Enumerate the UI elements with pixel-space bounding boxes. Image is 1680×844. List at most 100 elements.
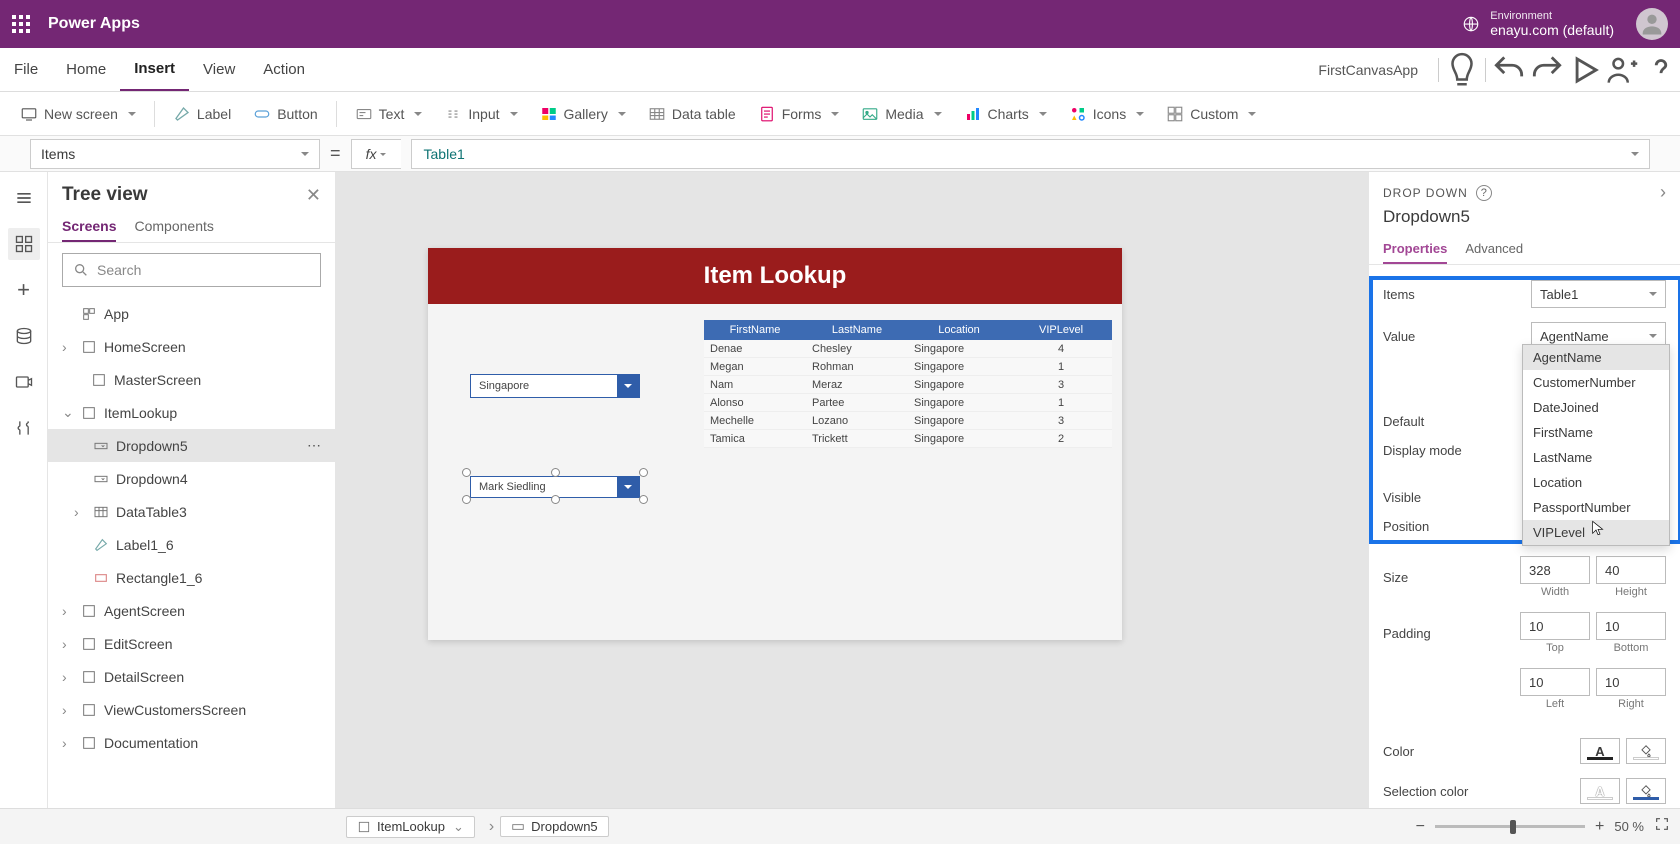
prop-padding-left[interactable]: 10 <box>1520 668 1590 696</box>
canvas-area[interactable]: Item Lookup Singapore Mark Siedling <box>336 172 1368 808</box>
zoom-out-button[interactable]: − <box>1416 818 1425 836</box>
screen-icon <box>80 734 98 752</box>
prop-selection-font-color[interactable]: A <box>1580 778 1620 804</box>
text-button[interactable]: Text <box>345 101 433 127</box>
tree-node-dropdown4[interactable]: Dropdown4 <box>48 462 335 495</box>
data-table-button[interactable]: Data table <box>638 101 746 127</box>
tree-node-dropdown5[interactable]: Dropdown5⋯ <box>48 429 335 462</box>
canvas-dropdown2-selected[interactable]: Mark Siedling <box>466 472 644 500</box>
rail-insert-icon[interactable]: + <box>8 274 40 306</box>
tree-node-editscreen[interactable]: ›EditScreen <box>48 627 335 660</box>
media-button[interactable]: Media <box>851 101 951 127</box>
tab-properties[interactable]: Properties <box>1383 235 1447 264</box>
zoom-slider[interactable] <box>1435 825 1585 828</box>
resize-handle[interactable] <box>462 495 471 504</box>
info-icon[interactable]: ? <box>1476 185 1492 201</box>
tree-search-input[interactable]: Search <box>62 253 321 287</box>
app-checker-icon[interactable] <box>1443 48 1481 92</box>
user-avatar[interactable] <box>1636 8 1668 40</box>
rail-media-icon[interactable] <box>8 366 40 398</box>
resize-handle[interactable] <box>462 468 471 477</box>
control-name: Dropdown5 <box>1369 205 1680 235</box>
environment-selector[interactable]: Environment enayu.com (default) <box>1462 10 1614 38</box>
screen-preview: Item Lookup Singapore Mark Siedling <box>428 248 1122 640</box>
rail-data-icon[interactable] <box>8 320 40 352</box>
resize-handle[interactable] <box>639 468 648 477</box>
button-button[interactable]: Button <box>243 101 327 127</box>
prop-padding-right[interactable]: 10 <box>1596 668 1666 696</box>
tree-node-agentscreen[interactable]: ›AgentScreen <box>48 594 335 627</box>
forms-button[interactable]: Forms <box>748 101 850 127</box>
resize-handle[interactable] <box>551 468 560 477</box>
menu-insert[interactable]: Insert <box>120 48 189 91</box>
help-icon[interactable] <box>1642 48 1680 92</box>
tree-node-label1-6[interactable]: Label1_6 <box>48 528 335 561</box>
redo-icon[interactable] <box>1528 48 1566 92</box>
custom-button[interactable]: Custom <box>1156 101 1266 127</box>
prop-padding-bottom[interactable]: 10 <box>1596 612 1666 640</box>
expand-icon[interactable]: › <box>1660 182 1666 203</box>
value-dropdown-options[interactable]: AgentNameCustomerNumberDateJoinedFirstNa… <box>1522 344 1670 546</box>
resize-handle[interactable] <box>639 495 648 504</box>
value-option[interactable]: FirstName <box>1523 420 1669 445</box>
prop-size-label: Size <box>1383 570 1520 585</box>
canvas-datatable: FirstName LastName Location VIPLevel Den… <box>704 320 1112 448</box>
icons-button[interactable]: Icons <box>1059 101 1154 127</box>
prop-items-select[interactable]: Table1 <box>1531 280 1666 308</box>
value-option[interactable]: CustomerNumber <box>1523 370 1669 395</box>
fx-button[interactable]: fx <box>351 139 401 169</box>
rail-tree-view-icon[interactable] <box>8 228 40 260</box>
prop-fill-color[interactable] <box>1626 738 1666 764</box>
tree-node-datatable3[interactable]: ›DataTable3 <box>48 495 335 528</box>
rail-advanced-tools-icon[interactable] <box>8 412 40 444</box>
prop-size-width[interactable]: 328 <box>1520 556 1590 584</box>
tree-node-homescreen[interactable]: ›HomeScreen <box>48 330 335 363</box>
prop-display-mode-label: Display mode <box>1383 443 1531 458</box>
value-option[interactable]: AgentName <box>1523 345 1669 370</box>
value-option[interactable]: LastName <box>1523 445 1669 470</box>
rail-hamburger-icon[interactable] <box>8 182 40 214</box>
value-option[interactable]: DateJoined <box>1523 395 1669 420</box>
gallery-button[interactable]: Gallery <box>530 101 636 127</box>
formula-input[interactable]: Table1 <box>411 139 1650 169</box>
menu-action[interactable]: Action <box>249 48 319 91</box>
prop-size-height[interactable]: 40 <box>1596 556 1666 584</box>
breadcrumb-screen[interactable]: ItemLookup ⌄ <box>346 816 475 838</box>
more-icon[interactable]: ⋯ <box>307 437 323 454</box>
tree-node-viewcustomersscreen[interactable]: ›ViewCustomersScreen <box>48 693 335 726</box>
fit-to-window-icon[interactable] <box>1654 816 1670 837</box>
tab-components[interactable]: Components <box>134 212 213 242</box>
breadcrumb-control[interactable]: Dropdown5 <box>500 816 609 837</box>
menu-file[interactable]: File <box>0 48 52 91</box>
resize-handle[interactable] <box>551 495 560 504</box>
prop-padding-top[interactable]: 10 <box>1520 612 1590 640</box>
tab-advanced[interactable]: Advanced <box>1465 235 1523 264</box>
prop-selection-fill-color[interactable] <box>1626 778 1666 804</box>
property-selector[interactable]: Items <box>30 139 320 169</box>
tree-close-icon[interactable]: ✕ <box>306 185 321 206</box>
menu-view[interactable]: View <box>189 48 249 91</box>
new-screen-button[interactable]: New screen <box>10 101 146 127</box>
tree-node-app[interactable]: App <box>48 297 335 330</box>
screen-icon <box>80 635 98 653</box>
undo-icon[interactable] <box>1490 48 1528 92</box>
prop-font-color[interactable]: A <box>1580 738 1620 764</box>
share-icon[interactable] <box>1604 48 1642 92</box>
play-icon[interactable] <box>1566 48 1604 92</box>
tree-node-documentation[interactable]: ›Documentation <box>48 726 335 759</box>
zoom-in-button[interactable]: + <box>1595 818 1604 836</box>
breadcrumb-separator-icon: › <box>489 818 494 836</box>
tree-node-masterscreen[interactable]: MasterScreen <box>48 363 335 396</box>
value-option[interactable]: Location <box>1523 470 1669 495</box>
charts-button[interactable]: Charts <box>954 101 1057 127</box>
value-option[interactable]: PassportNumber <box>1523 495 1669 520</box>
tree-node-itemlookup[interactable]: ⌄ItemLookup <box>48 396 335 429</box>
tab-screens[interactable]: Screens <box>62 212 116 242</box>
tree-node-rectangle1-6[interactable]: Rectangle1_6 <box>48 561 335 594</box>
tree-node-detailscreen[interactable]: ›DetailScreen <box>48 660 335 693</box>
app-launcher-icon[interactable] <box>12 15 30 33</box>
label-button[interactable]: Label <box>163 101 241 127</box>
input-button[interactable]: Input <box>434 101 527 127</box>
canvas-dropdown1[interactable]: Singapore <box>470 374 640 398</box>
menu-home[interactable]: Home <box>52 48 120 91</box>
